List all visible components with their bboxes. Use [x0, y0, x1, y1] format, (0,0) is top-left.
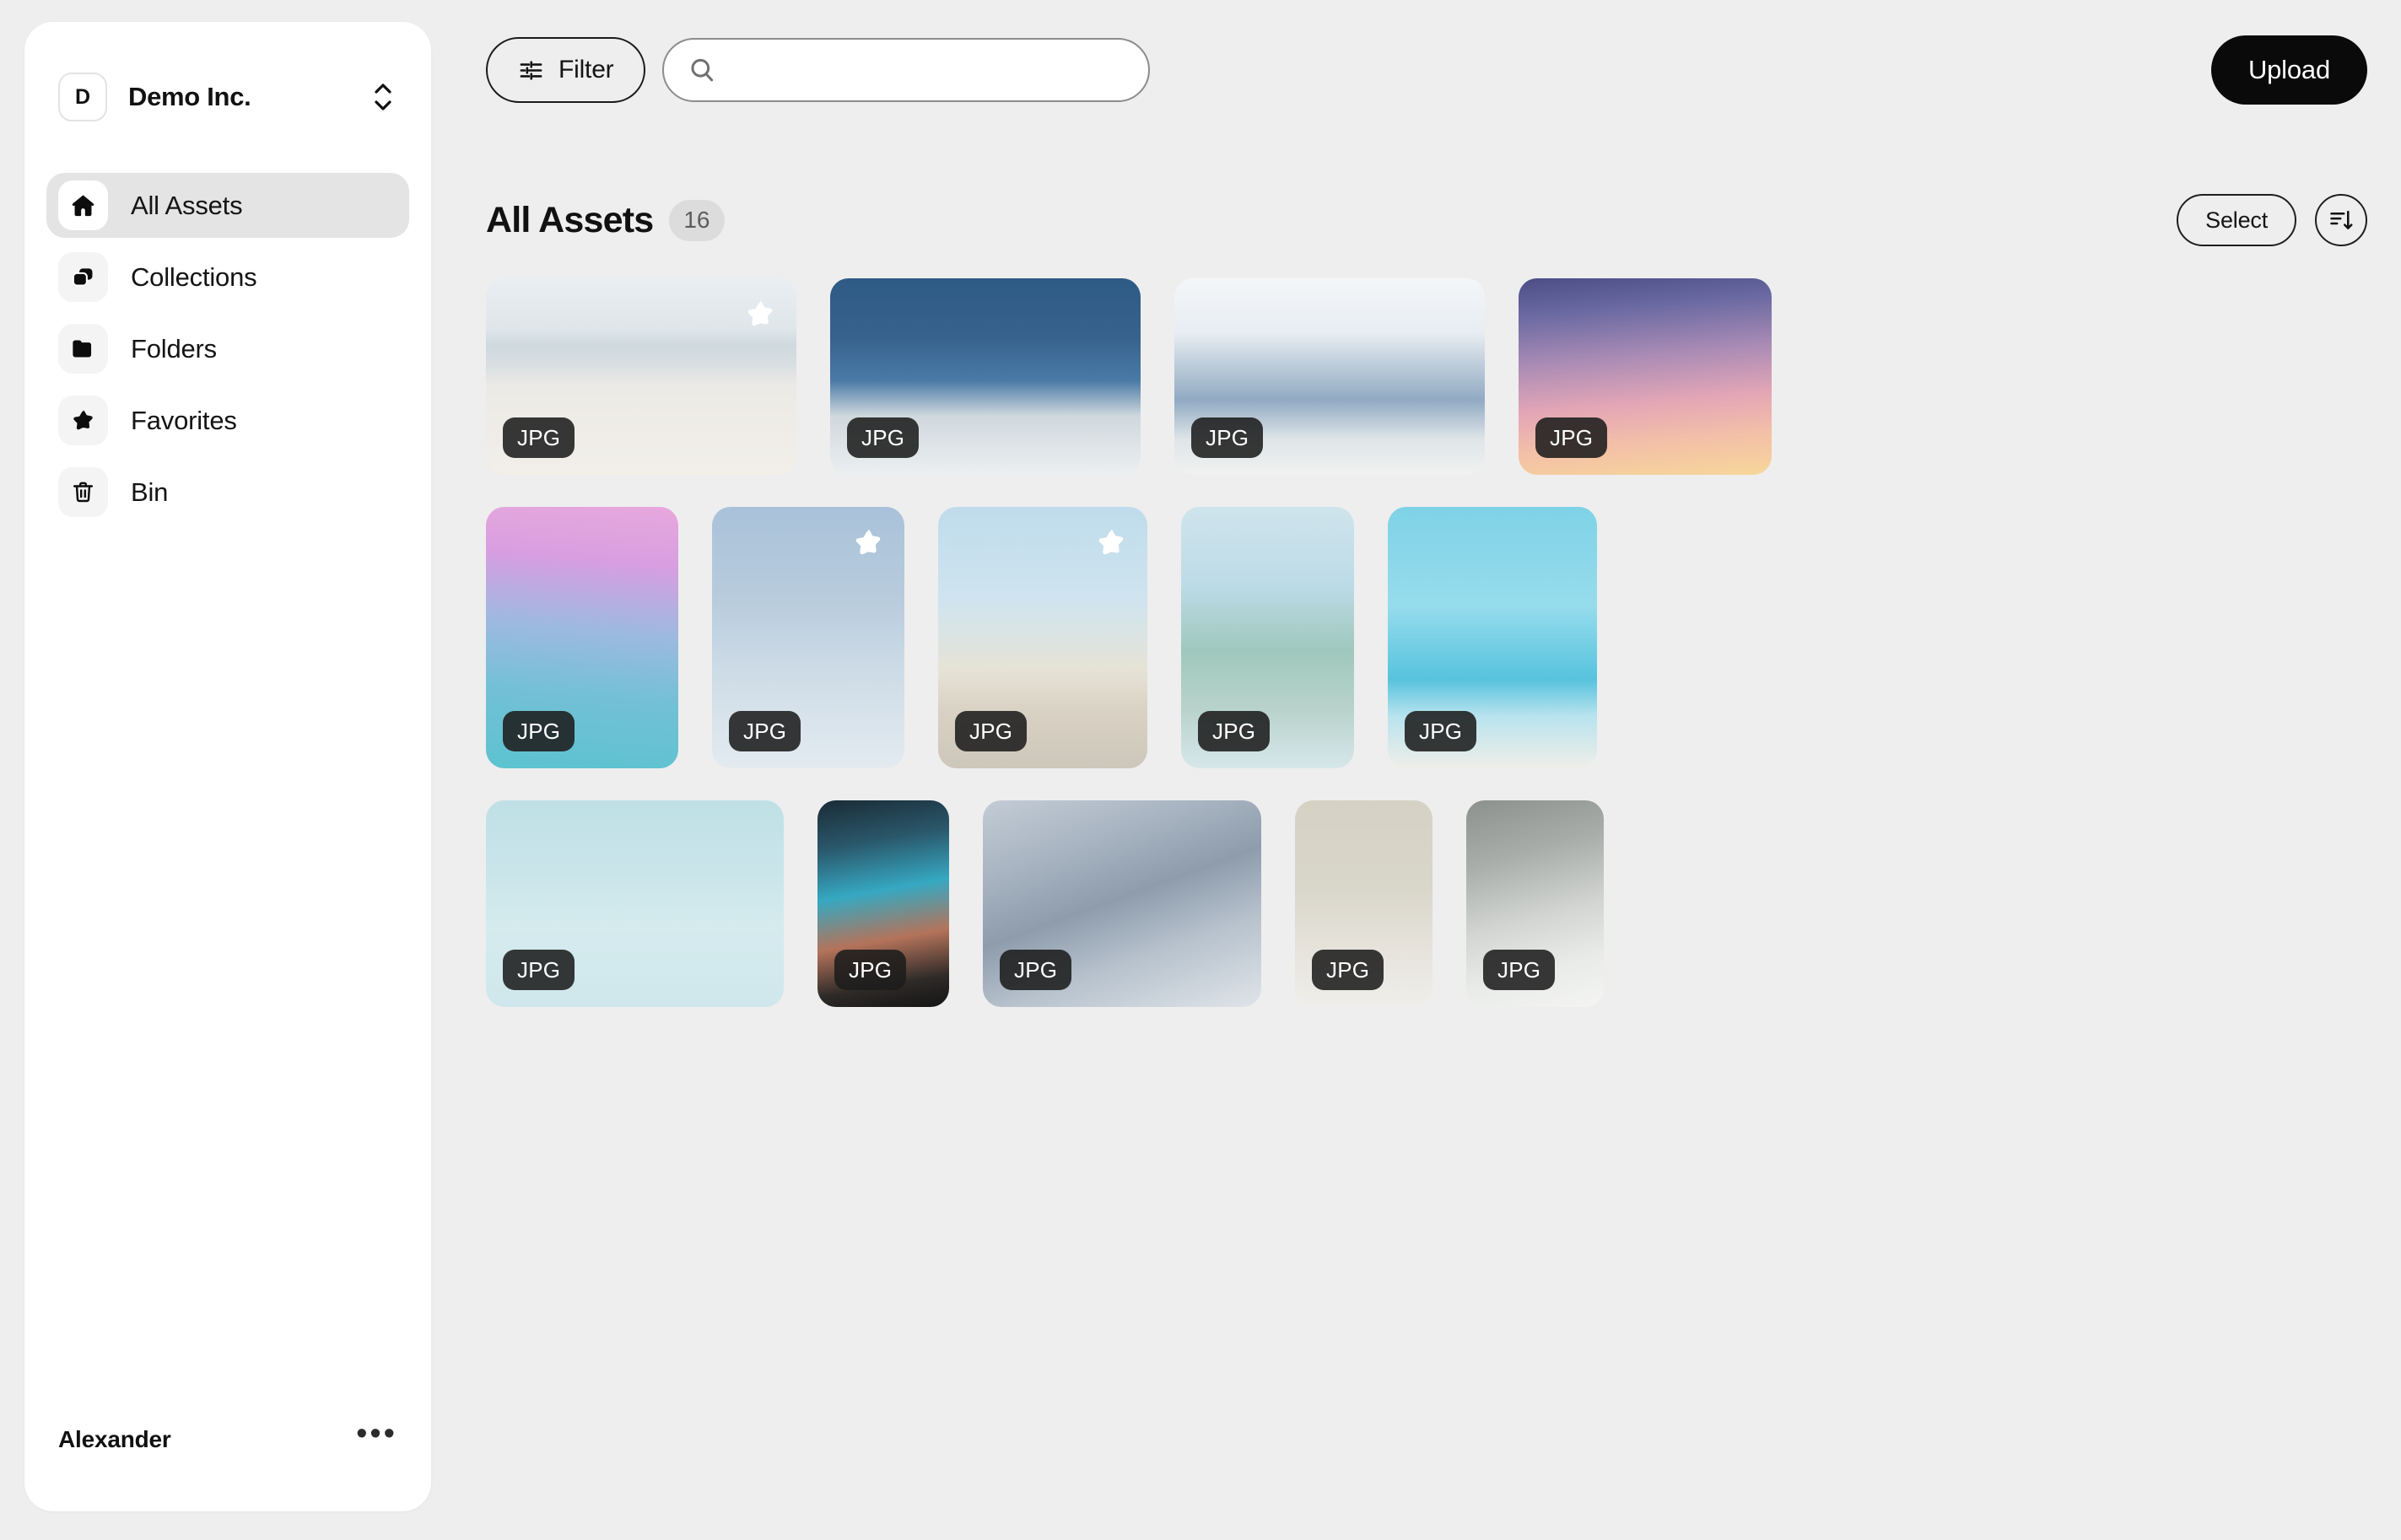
- file-type-badge: JPG: [1483, 950, 1556, 990]
- select-button[interactable]: Select: [2177, 194, 2296, 246]
- asset-count-badge: 16: [669, 199, 725, 241]
- favorite-star-icon[interactable]: [1093, 525, 1129, 561]
- asset-card[interactable]: JPG: [830, 278, 1141, 475]
- sidebar-item-folders[interactable]: Folders: [46, 316, 409, 381]
- asset-card[interactable]: JPG: [486, 507, 678, 768]
- asset-card[interactable]: JPG: [817, 800, 949, 1007]
- toolbar: Filter Upload: [486, 32, 2367, 108]
- asset-manager-app: D Demo Inc. All Assets Collections Folde…: [0, 0, 2401, 1540]
- section-header: All Assets 16 Select: [486, 190, 2367, 250]
- search-field: [662, 38, 1151, 102]
- asset-grid-row: JPG JPG JPG JPG JPG: [486, 507, 2401, 768]
- main-content: Filter Upload All Assets 16 Select JPG J…: [456, 0, 2401, 1540]
- file-type-badge: JPG: [503, 417, 575, 458]
- sort-button[interactable]: [2315, 194, 2367, 246]
- sidebar: D Demo Inc. All Assets Collections Folde…: [24, 22, 431, 1511]
- sidebar-item-all-assets[interactable]: All Assets: [46, 173, 409, 238]
- file-type-badge: JPG: [503, 950, 575, 990]
- asset-card[interactable]: JPG: [1519, 278, 1772, 475]
- folder-icon: [58, 324, 108, 374]
- sidebar-item-label: All Assets: [131, 190, 243, 220]
- sidebar-item-bin[interactable]: Bin: [46, 460, 409, 525]
- file-type-badge: JPG: [955, 711, 1028, 751]
- favorite-star-icon[interactable]: [742, 297, 778, 332]
- file-type-badge: JPG: [847, 417, 920, 458]
- sidebar-item-label: Folders: [131, 333, 217, 363]
- file-type-badge: JPG: [1405, 711, 1477, 751]
- user-name: Alexander: [58, 1426, 171, 1452]
- asset-card[interactable]: JPG: [1388, 507, 1597, 768]
- trash-icon: [58, 467, 108, 517]
- asset-card[interactable]: JPG: [486, 800, 784, 1007]
- asset-card[interactable]: JPG: [1466, 800, 1604, 1007]
- favorite-star-icon[interactable]: [850, 525, 886, 561]
- sidebar-item-favorites[interactable]: Favorites: [46, 388, 409, 453]
- user-row[interactable]: Alexander •••: [58, 1417, 397, 1462]
- asset-card[interactable]: JPG: [1181, 507, 1354, 768]
- asset-card[interactable]: JPG: [486, 278, 796, 475]
- chevron-up-down-icon: [369, 78, 397, 116]
- page-title: All Assets: [486, 199, 654, 240]
- filter-label: Filter: [558, 56, 614, 83]
- upload-button[interactable]: Upload: [2210, 35, 2367, 105]
- org-name: Demo Inc.: [128, 82, 251, 111]
- asset-card[interactable]: JPG: [712, 507, 904, 768]
- asset-card[interactable]: JPG: [938, 507, 1147, 768]
- sliders-icon: [518, 57, 544, 83]
- collections-icon: [58, 252, 108, 302]
- asset-grid: JPG JPG JPG JPG JPG JPG JPG JPG JPG JPG JPG JPG JPG J…: [486, 278, 2401, 1540]
- sidebar-nav: All Assets Collections Folders Favorites…: [24, 173, 431, 525]
- asset-grid-row: JPG JPG JPG JPG JPG: [486, 800, 2401, 1007]
- file-type-badge: JPG: [1000, 950, 1072, 990]
- file-type-badge: JPG: [729, 711, 801, 751]
- star-icon: [58, 396, 108, 445]
- file-type-badge: JPG: [503, 711, 575, 751]
- asset-card[interactable]: JPG: [1295, 800, 1433, 1007]
- org-switcher[interactable]: D Demo Inc.: [58, 66, 397, 128]
- file-type-badge: JPG: [1198, 711, 1271, 751]
- file-type-badge: JPG: [1535, 417, 1608, 458]
- filter-button[interactable]: Filter: [486, 37, 646, 103]
- sidebar-item-label: Collections: [131, 261, 257, 292]
- asset-card[interactable]: JPG: [1174, 278, 1485, 475]
- sort-descending-icon: [2328, 207, 2355, 234]
- file-type-badge: JPG: [1312, 950, 1384, 990]
- user-menu-icon[interactable]: •••: [356, 1418, 397, 1453]
- home-icon: [58, 180, 108, 230]
- sidebar-item-label: Bin: [131, 477, 169, 507]
- search-input[interactable]: [662, 38, 1151, 102]
- asset-grid-row: JPG JPG JPG JPG: [486, 278, 2401, 475]
- sidebar-item-label: Favorites: [131, 405, 237, 435]
- asset-card[interactable]: JPG: [983, 800, 1261, 1007]
- sidebar-item-collections[interactable]: Collections: [46, 245, 409, 310]
- file-type-badge: JPG: [834, 950, 907, 990]
- file-type-badge: JPG: [1191, 417, 1264, 458]
- org-avatar: D: [58, 73, 107, 121]
